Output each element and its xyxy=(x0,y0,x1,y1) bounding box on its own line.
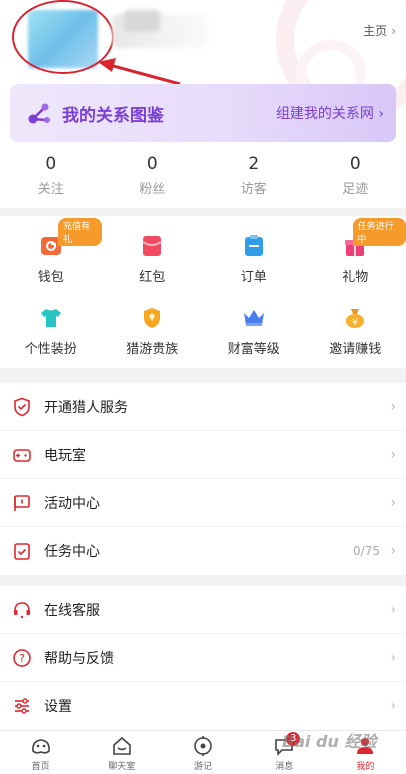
home-link[interactable]: 主页 › xyxy=(363,22,396,39)
sliders-icon xyxy=(12,696,32,716)
stat-followers[interactable]: 0 粉丝 xyxy=(102,150,204,208)
crown-icon xyxy=(242,306,266,330)
chevron-right-icon: › xyxy=(390,543,396,559)
stat-visitors[interactable]: 2 访客 xyxy=(203,150,305,208)
service-menu: 开通猎人服务 › 电玩室 › 活动中心 › 任务中心 0/75 › xyxy=(0,383,406,575)
chevron-right-icon: › xyxy=(390,601,396,618)
chevron-right-icon: › xyxy=(390,494,396,511)
menu-item-label: 任务中心 xyxy=(44,544,100,560)
menu-item-label: 在线客服 xyxy=(44,602,100,619)
grid-item-label: 个性装扮 xyxy=(24,342,77,357)
grid-item-invite[interactable]: ¥ 邀请赚钱 xyxy=(305,288,406,360)
stat-value: 0 xyxy=(146,154,158,174)
profile-header: 主页 › 我的关系图鉴 组建我的关系网 › xyxy=(0,0,406,150)
menu-item-help-feedback[interactable]: ? 帮助与反馈 › xyxy=(0,634,406,682)
nickname-blurred-part xyxy=(124,10,160,32)
grid-item-label: 礼物 xyxy=(342,270,369,285)
task-tag: 任务进行中 xyxy=(352,218,406,246)
home-game-icon xyxy=(30,735,52,757)
network-nodes-icon xyxy=(26,100,52,126)
banner-title: 我的关系图鉴 xyxy=(62,105,164,126)
stat-footprints[interactable]: 0 足迹 xyxy=(305,150,406,208)
menu-item-hunter-service[interactable]: 开通猎人服务 › xyxy=(0,383,406,431)
banner-link[interactable]: 组建我的关系网 › xyxy=(276,103,384,123)
grid-item-dressup[interactable]: 个性装扮 xyxy=(0,288,102,360)
shield-check-icon xyxy=(12,397,32,417)
stat-label: 关注 xyxy=(37,182,64,197)
home-link-label: 主页 xyxy=(363,24,388,38)
grid-item-order[interactable]: 订单 xyxy=(203,216,305,288)
menu-item-label: 帮助与反馈 xyxy=(44,650,114,667)
banner-link-label: 组建我的关系网 xyxy=(275,106,374,122)
relationship-banner[interactable]: 我的关系图鉴 组建我的关系网 › xyxy=(10,84,396,142)
grid-item-label: 财富等级 xyxy=(227,342,280,357)
menu-item-label: 电玩室 xyxy=(44,447,86,464)
promo-tag: 充值有礼 xyxy=(58,218,102,246)
stat-value: 2 xyxy=(248,154,260,174)
grid-item-label: 猎游贵族 xyxy=(126,342,179,357)
tab-label: 首页 xyxy=(31,762,50,772)
grid-item-label: 订单 xyxy=(240,270,267,285)
grid-item-label: 邀请赚钱 xyxy=(329,342,382,357)
stat-following[interactable]: 0 关注 xyxy=(0,150,102,208)
order-icon xyxy=(242,234,266,258)
stat-label: 足迹 xyxy=(342,182,369,197)
tab-label: 我的 xyxy=(356,762,375,772)
svg-text:¥: ¥ xyxy=(352,318,358,328)
menu-item-task-center[interactable]: 任务中心 0/75 › xyxy=(0,527,406,575)
red-envelope-icon xyxy=(140,234,164,258)
tab-label: 游记 xyxy=(194,762,213,772)
menu-item-label: 活动中心 xyxy=(44,495,100,512)
tab-home[interactable]: 首页 xyxy=(0,731,81,774)
grid-item-noble[interactable]: 猎游贵族 xyxy=(102,288,204,360)
chevron-right-icon: › xyxy=(390,698,396,714)
grid-item-red-envelope[interactable]: 红包 xyxy=(102,216,204,288)
grid-item-wealth[interactable]: 财富等级 xyxy=(203,288,305,360)
task-progress: 0/75 xyxy=(353,544,380,558)
tab-label: 聊天室 xyxy=(108,762,136,772)
stats-bar: 0 关注 0 粉丝 2 访客 0 足迹 xyxy=(0,150,406,208)
money-bag-icon: ¥ xyxy=(343,306,367,330)
chat-house-icon xyxy=(111,735,133,757)
stat-value: 0 xyxy=(45,154,57,174)
menu-item-game-room[interactable]: 电玩室 › xyxy=(0,431,406,479)
support-menu: 在线客服 › ? 帮助与反馈 › 设置 › xyxy=(0,586,406,730)
chevron-right-icon: › xyxy=(391,23,396,38)
svg-text:?: ? xyxy=(19,652,25,665)
grid-item-wallet[interactable]: 充值有礼 钱包 xyxy=(0,216,102,288)
stat-label: 粉丝 xyxy=(139,182,166,197)
feature-grid: 充值有礼 钱包 红包 订单 任务进行中 礼物 个性装扮 猎游贵族 财富等级 ¥ … xyxy=(0,216,406,368)
chevron-right-icon: › xyxy=(390,398,396,415)
grid-item-label: 红包 xyxy=(139,270,166,285)
tab-travelogue[interactable]: 游记 xyxy=(162,731,243,774)
menu-item-settings[interactable]: 设置 › xyxy=(0,682,406,730)
grid-item-gift[interactable]: 任务进行中 礼物 xyxy=(305,216,406,288)
flag-icon xyxy=(12,493,32,513)
stat-label: 访客 xyxy=(240,182,267,197)
clipboard-check-icon xyxy=(12,541,32,561)
tab-label: 消息 xyxy=(275,762,294,772)
stat-value: 0 xyxy=(349,154,361,174)
chevron-right-icon: › xyxy=(390,446,396,463)
menu-item-label: 开通猎人服务 xyxy=(44,399,128,416)
watermark: Bai du 经验 xyxy=(282,732,377,751)
headset-icon xyxy=(12,600,32,620)
menu-item-label: 设置 xyxy=(44,699,72,715)
compass-icon xyxy=(192,735,214,757)
menu-item-online-support[interactable]: 在线客服 › xyxy=(0,586,406,634)
grid-item-label: 钱包 xyxy=(37,270,64,285)
gamepad-icon xyxy=(12,445,32,465)
menu-item-activity-center[interactable]: 活动中心 › xyxy=(0,479,406,527)
question-icon: ? xyxy=(12,648,32,668)
tshirt-icon xyxy=(39,306,63,330)
chevron-right-icon: › xyxy=(390,649,396,666)
tab-chatroom[interactable]: 聊天室 xyxy=(81,731,162,774)
noble-badge-icon xyxy=(140,306,164,330)
